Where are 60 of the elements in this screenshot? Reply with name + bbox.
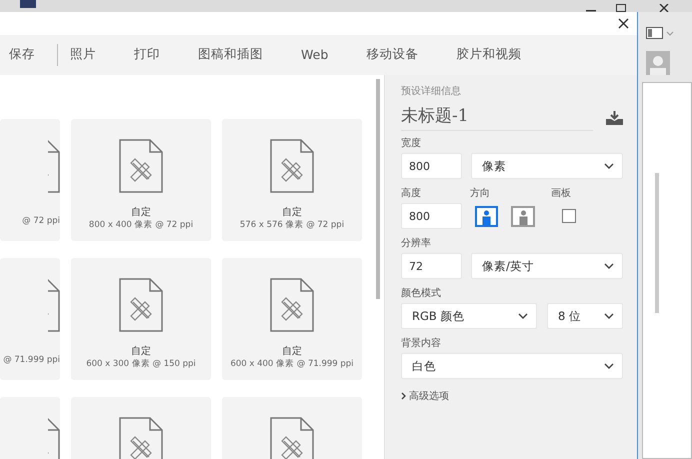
preset-size: 600 x 400 像素 @ 71.999 ppi	[230, 358, 354, 370]
resolution-input[interactable]: 72	[401, 253, 462, 279]
maximize-icon	[616, 4, 626, 12]
color-mode-select[interactable]: RGB 颜色	[401, 303, 537, 329]
panel-toggle-icon[interactable]	[646, 26, 676, 40]
landscape-button[interactable]	[511, 206, 535, 226]
preset-size: 600 x 300 像素 @ 150 ppi	[86, 358, 196, 370]
chevron-down-icon	[604, 263, 614, 269]
preset-name: 自定	[282, 346, 302, 358]
chevron-right-icon	[401, 392, 406, 400]
preset-tab[interactable]: 打印	[134, 35, 160, 75]
preset-tab[interactable]: 移动设备	[366, 35, 418, 75]
field-label: 分辨率	[401, 237, 432, 250]
preset-size: @ 72 ppi	[22, 215, 60, 227]
preset-tab[interactable]: 照片	[70, 35, 96, 75]
preset-card[interactable]: 自定 800 x 400 像素 @ 72 ppi	[71, 119, 211, 241]
preset-size: @ 71.999 ppi	[3, 354, 60, 366]
field-label: 背景内容	[401, 337, 442, 350]
preset-name: 自定	[131, 346, 151, 358]
preset-size: 800 x 400 像素 @ 72 ppi	[88, 219, 194, 231]
chevron-down-icon	[604, 313, 614, 319]
preset-card[interactable]: @ 72 ppi	[0, 119, 60, 241]
chevron-down-icon	[604, 363, 614, 369]
person-icon	[518, 210, 528, 224]
save-preset-icon[interactable]	[606, 110, 623, 124]
unit-select[interactable]: 像素	[471, 153, 623, 179]
preset-size: 576 x 576 像素 @ 72 ppi	[240, 219, 344, 231]
chevron-down-icon	[518, 313, 528, 319]
background-select[interactable]: 白色	[401, 353, 623, 379]
preset-tab[interactable]: 保存	[9, 35, 35, 75]
field-label: 宽度	[401, 137, 422, 150]
preset-name: 自定	[131, 207, 151, 219]
preset-card[interactable]: 自定 600 x 400 像素 @ 71.999 ppi	[222, 258, 362, 380]
scrollbar-thumb[interactable]	[376, 79, 380, 299]
unit-select[interactable]: 像素/英寸	[471, 253, 623, 279]
width-input[interactable]: 800	[401, 153, 462, 179]
document-title: 未标题-1	[401, 104, 593, 131]
close-icon	[659, 4, 669, 12]
preset-card[interactable]: 自定 600 x 300 像素 @ 150 ppi	[71, 258, 211, 380]
preset-name: 自定	[282, 207, 302, 219]
field-label: 颜色模式	[401, 287, 442, 300]
preset-tab[interactable]: Web	[301, 35, 328, 75]
app-logo-icon	[20, 0, 36, 8]
artboard-checkbox[interactable]	[562, 209, 576, 223]
person-icon	[481, 210, 492, 224]
bit-depth-select[interactable]: 8 位	[547, 303, 623, 329]
preset-card[interactable]: @ 71.999 ppi	[0, 258, 60, 380]
preset-tab[interactable]: 图稿和插图	[198, 35, 263, 75]
field-label: 方向	[470, 187, 491, 200]
field-label: 画板	[551, 187, 571, 200]
preset-card[interactable]: 自定 576 x 576 像素 @ 72 ppi	[222, 119, 362, 241]
portrait-button[interactable]	[475, 206, 498, 226]
advanced-options-toggle[interactable]: 高级选项	[401, 389, 623, 403]
section-heading: 预设详细信息	[401, 85, 462, 98]
preset-tab[interactable]: 胶片和视频	[456, 35, 522, 75]
chevron-down-icon	[604, 163, 614, 169]
height-input[interactable]: 800	[401, 203, 462, 229]
scrollbar-thumb[interactable]	[655, 173, 659, 313]
field-label: 高度	[401, 187, 422, 200]
minimize-icon	[586, 10, 596, 12]
